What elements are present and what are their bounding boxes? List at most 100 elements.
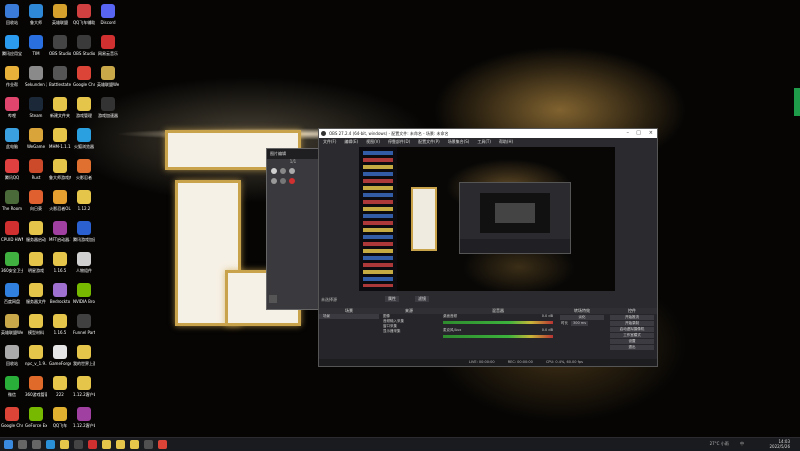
desktop-icon[interactable]: Google Chrome: [73, 66, 95, 87]
desktop-icon[interactable]: npc_v_1.9...: [25, 345, 47, 366]
desktop-icon[interactable]: 向日葵: [25, 190, 47, 211]
desktop-icon[interactable]: 1.12.2客户端.rar: [73, 407, 95, 428]
desktop-icon[interactable]: OBS Studio: [49, 35, 71, 56]
desktop-icon[interactable]: 腾讯游戏加速: [73, 221, 95, 242]
text-tool-icon[interactable]: [280, 178, 286, 184]
ime-indicator[interactable]: 中: [740, 441, 744, 446]
desktop-icon[interactable]: 360安全卫士: [1, 252, 23, 273]
desktop-icon[interactable]: MFT启动器.1.6.zip: [49, 221, 71, 242]
desktop-icon[interactable]: 作业帮: [1, 66, 23, 87]
desktop-icon[interactable]: TIM: [25, 35, 47, 56]
properties-button[interactable]: 属性: [385, 296, 399, 302]
obs-control-button[interactable]: 开始推流: [610, 315, 654, 320]
edge-icon[interactable]: [46, 440, 55, 449]
folder-icon[interactable]: [116, 440, 125, 449]
filters-button[interactable]: 滤镜: [415, 296, 429, 302]
desktop-icon[interactable]: Funnel Party: [73, 314, 95, 335]
obs-taskbar-icon[interactable]: [74, 440, 83, 449]
desktop-icon[interactable]: 百度网盘: [1, 283, 23, 304]
desktop-icon[interactable]: 1.16.5: [49, 252, 71, 273]
desktop-icon[interactable]: 人物组件: [73, 252, 95, 273]
desktop-icon[interactable]: OBS Studio: [73, 35, 95, 56]
eraser-tool-icon[interactable]: [271, 178, 277, 184]
obs-control-button[interactable]: 工作室模式: [610, 333, 654, 338]
desktop-icon[interactable]: Bedrockto: [49, 283, 71, 304]
desktop-icon[interactable]: 我的世界上面程序: [73, 345, 95, 366]
desktop-icon[interactable]: Sekunden 游戏: [25, 66, 47, 87]
weather-widget[interactable]: 27°C 小雨: [710, 441, 729, 446]
scene-item[interactable]: 场景: [319, 314, 379, 319]
file-explorer-icon[interactable]: [60, 440, 69, 449]
desktop-icon[interactable]: 网易云音乐: [97, 35, 119, 56]
obs-main-window[interactable]: OBS 27.2.4 (64-bit, windows) - 配置文件: 未命名…: [318, 128, 658, 367]
obs-menu-item[interactable]: 工具(T): [477, 138, 491, 146]
desktop-icon[interactable]: 服务器启动: [25, 221, 47, 242]
obs-menu-item[interactable]: 帮助(H): [499, 138, 513, 146]
search-icon[interactable]: [18, 440, 27, 449]
desktop-icon[interactable]: Steam: [25, 97, 47, 118]
desktop-icon[interactable]: NVIDIA Broadcast: [73, 283, 95, 304]
shape-tool-icon[interactable]: [280, 168, 286, 174]
desktop-icon[interactable]: 微信: [1, 376, 23, 397]
desktop-icon[interactable]: 英雄联盟: [49, 4, 71, 25]
desktop-icon[interactable]: 此电脑: [1, 128, 23, 149]
windows-start-icon[interactable]: [4, 440, 13, 449]
desktop-icon[interactable]: 1.16.5: [49, 314, 71, 335]
desktop-icon[interactable]: 游戏管理: [73, 97, 95, 118]
desktop-icon[interactable]: 鲁大师游戏库: [49, 159, 71, 180]
maximize-icon[interactable]: □: [636, 129, 641, 138]
desktop-icon[interactable]: 回收站: [1, 4, 23, 25]
desktop-icon[interactable]: 腾讯应用宝: [1, 35, 23, 56]
desktop-icon[interactable]: 回收站: [1, 345, 23, 366]
image-editor-window[interactable]: 图片编辑 1/1: [266, 148, 320, 310]
brush-tool-icon[interactable]: [271, 168, 277, 174]
obs-menu-item[interactable]: 文件(F): [323, 138, 336, 146]
color-tool-icon[interactable]: [289, 168, 295, 174]
editor-save-icon[interactable]: [269, 295, 277, 303]
taskbar-clock[interactable]: 14:03 2022/5/26: [769, 439, 790, 449]
volume-meter[interactable]: [443, 335, 553, 338]
obs-menu-item[interactable]: 停靠部件(D): [388, 138, 410, 146]
desktop-icon[interactable]: 游戏加速器: [97, 97, 119, 118]
desktop-icon[interactable]: 1.12.2: [73, 190, 95, 211]
side-widget-tab[interactable]: [794, 88, 800, 116]
desktop-icon[interactable]: 哔哩: [1, 97, 23, 118]
obs-control-button[interactable]: 启动虚拟摄像机: [610, 327, 654, 332]
close-icon[interactable]: ×: [649, 129, 653, 138]
desktop-icon[interactable]: 火狐浏览器: [73, 128, 95, 149]
volume-meter[interactable]: [443, 321, 553, 324]
obs-preview-canvas[interactable]: [359, 147, 615, 291]
task-view-icon[interactable]: [32, 440, 41, 449]
obs-control-button[interactable]: 退出: [610, 345, 654, 350]
desktop-icon[interactable]: 火影忍者OL: [49, 190, 71, 211]
desktop-icon[interactable]: Rust: [25, 159, 47, 180]
chrome-taskbar-icon[interactable]: [158, 440, 167, 449]
desktop-icon[interactable]: 222: [49, 376, 71, 397]
desktop-icon[interactable]: WeGame: [25, 128, 47, 149]
desktop-icon[interactable]: 英雄联盟WeGame: [97, 66, 119, 87]
obs-menu-item[interactable]: 场景集合(S): [448, 138, 470, 146]
desktop-icon[interactable]: 新建文件夹: [49, 97, 71, 118]
desktop-icon[interactable]: Discord: [97, 4, 119, 25]
desktop-icon[interactable]: 英雄联盟WeGame版: [1, 314, 23, 335]
red-color-icon[interactable]: [289, 178, 295, 184]
desktop-icon[interactable]: The Room: [1, 190, 23, 211]
minimize-icon[interactable]: –: [627, 129, 630, 138]
desktop-icon[interactable]: CPUID HWMonitor: [1, 221, 23, 242]
obs-menu-item[interactable]: 配置文件(P): [418, 138, 440, 146]
obs-control-button[interactable]: 开始录制: [610, 321, 654, 326]
desktop-icon[interactable]: QQ飞车: [49, 407, 71, 428]
desktop-icon[interactable]: 腾讯QQ: [1, 159, 23, 180]
desktop-icon[interactable]: Battlestate Games L...: [49, 66, 71, 87]
source-item[interactable]: 显示器采集: [379, 329, 439, 334]
desktop-icon[interactable]: 明星游戏: [25, 252, 47, 273]
obs-menu-item[interactable]: 视图(V): [366, 138, 380, 146]
obs-taskbar-icon[interactable]: [144, 440, 153, 449]
desktop-icon[interactable]: 服务器文件: [25, 283, 47, 304]
system-tray[interactable]: 27°C 小雨 中: [710, 441, 744, 447]
desktop-icon[interactable]: QQ飞车辅助工具: [73, 4, 95, 25]
desktop-icon[interactable]: Google Chrome: [1, 407, 23, 428]
desktop-icon[interactable]: MHM-1.1.1...: [49, 128, 71, 149]
desktop-icon[interactable]: 鲁大师: [25, 4, 47, 25]
obs-control-button[interactable]: 设置: [610, 339, 654, 344]
